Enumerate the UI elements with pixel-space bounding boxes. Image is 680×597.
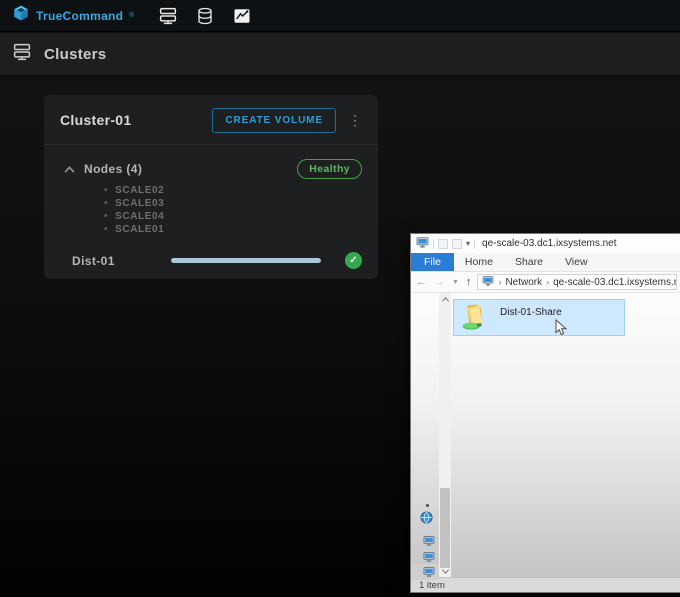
success-check-icon: ✓ <box>345 252 362 269</box>
brand-text: TrueCommand <box>36 9 123 23</box>
file-name: Dist-01-Share <box>500 307 562 318</box>
address-location-icon <box>482 276 494 289</box>
volume-name: Dist-01 <box>72 254 115 268</box>
reports-nav-icon[interactable] <box>230 5 254 27</box>
tab-share[interactable]: Share <box>504 253 554 271</box>
screen: TrueCommand ® <box>0 0 680 597</box>
cluster-title: Cluster-01 <box>60 112 212 128</box>
truecommand-navbar: TrueCommand ® <box>0 0 680 32</box>
scroll-down-icon[interactable] <box>439 565 451 577</box>
navigation-toolbar: ← → ▼ ↑ › Network › qe-scale-03.dc1.ixsy… <box>411 272 680 293</box>
file-list[interactable]: Dist-01-Share <box>451 293 680 577</box>
page-header: Clusters <box>0 33 680 75</box>
computer-node-icon[interactable] <box>423 536 435 549</box>
cluster-card: Cluster-01 CREATE VOLUME ⋮ Nodes (4) Hea… <box>44 95 378 279</box>
kebab-menu-icon[interactable]: ⋮ <box>348 113 362 127</box>
shared-folder-icon <box>460 301 490 334</box>
forward-button[interactable]: → <box>433 277 446 288</box>
breadcrumb-separator-icon: › <box>546 277 549 287</box>
scrollbar-thumb[interactable] <box>440 488 450 568</box>
truecommand-logo[interactable]: TrueCommand ® <box>12 4 134 27</box>
node-list-item: SCALE02 <box>104 184 362 197</box>
status-bar: 1 item <box>411 577 680 592</box>
back-button[interactable]: ← <box>415 277 428 288</box>
breadcrumb-network[interactable]: Network <box>505 277 542 288</box>
tab-home[interactable]: Home <box>454 253 504 271</box>
collapse-chevron-icon[interactable] <box>60 166 78 173</box>
window-title: qe-scale-03.dc1.ixsystems.net <box>482 238 617 249</box>
volume-row: Dist-01 ✓ <box>60 252 362 269</box>
create-volume-button[interactable]: CREATE VOLUME <box>212 108 336 133</box>
file-explorer-window: ▾ qe-scale-03.dc1.ixsystems.net File Hom… <box>410 233 680 593</box>
navbar-icon-group <box>156 5 254 27</box>
scroll-up-icon[interactable] <box>439 293 451 305</box>
qat-properties-icon[interactable] <box>438 239 448 249</box>
navigation-pane[interactable] <box>411 293 439 577</box>
recent-locations-dropdown-icon[interactable]: ▼ <box>451 279 460 286</box>
explorer-titlebar[interactable]: ▾ qe-scale-03.dc1.ixsystems.net <box>411 234 680 253</box>
breadcrumb-host[interactable]: qe-scale-03.dc1.ixsystems.net <box>553 277 677 288</box>
tree-expander-icon[interactable] <box>426 504 429 507</box>
computer-node-icon[interactable] <box>423 552 435 565</box>
brand-trademark: ® <box>129 13 133 19</box>
qat-new-folder-icon[interactable] <box>452 239 462 249</box>
nav-pane-scrollbar[interactable] <box>439 293 451 577</box>
node-list-item: SCALE01 <box>104 223 362 236</box>
tab-file[interactable]: File <box>411 253 454 271</box>
node-list-item: SCALE03 <box>104 197 362 210</box>
item-count: 1 item <box>419 580 445 591</box>
volume-progress-bar <box>171 258 321 263</box>
page-title: Clusters <box>44 46 106 63</box>
explorer-body: Dist-01-Share <box>411 293 680 577</box>
address-bar[interactable]: › Network › qe-scale-03.dc1.ixsystems.ne… <box>477 274 677 290</box>
storage-nav-icon[interactable] <box>193 5 217 27</box>
nodes-row: Nodes (4) Healthy <box>60 159 362 179</box>
ribbon-tab-bar: File Home Share View <box>411 253 680 272</box>
file-item-dist-01-share[interactable]: Dist-01-Share <box>453 299 625 336</box>
nodes-label: Nodes (4) <box>84 162 142 176</box>
qat-dropdown-icon[interactable]: ▾ <box>466 239 470 248</box>
mouse-cursor <box>555 319 567 339</box>
titlebar-separator <box>433 239 434 249</box>
card-divider <box>44 144 378 145</box>
truecommand-cube-icon <box>12 4 30 27</box>
breadcrumb-separator-icon: › <box>498 277 501 287</box>
node-list: SCALE02 SCALE03 SCALE04 SCALE01 <box>104 184 362 236</box>
health-badge: Healthy <box>297 159 362 179</box>
cluster-card-header: Cluster-01 CREATE VOLUME ⋮ <box>60 107 362 133</box>
clusters-nav-icon[interactable] <box>156 5 180 27</box>
clusters-icon <box>12 43 32 66</box>
node-list-item: SCALE04 <box>104 210 362 223</box>
computer-node-icon[interactable] <box>423 567 435 580</box>
titlebar-separator <box>474 239 475 249</box>
up-button[interactable]: ↑ <box>465 277 473 288</box>
network-node-icon[interactable] <box>419 511 434 527</box>
volume-progress-fill <box>171 258 321 263</box>
explorer-app-icon <box>416 237 429 251</box>
tab-view[interactable]: View <box>554 253 599 271</box>
